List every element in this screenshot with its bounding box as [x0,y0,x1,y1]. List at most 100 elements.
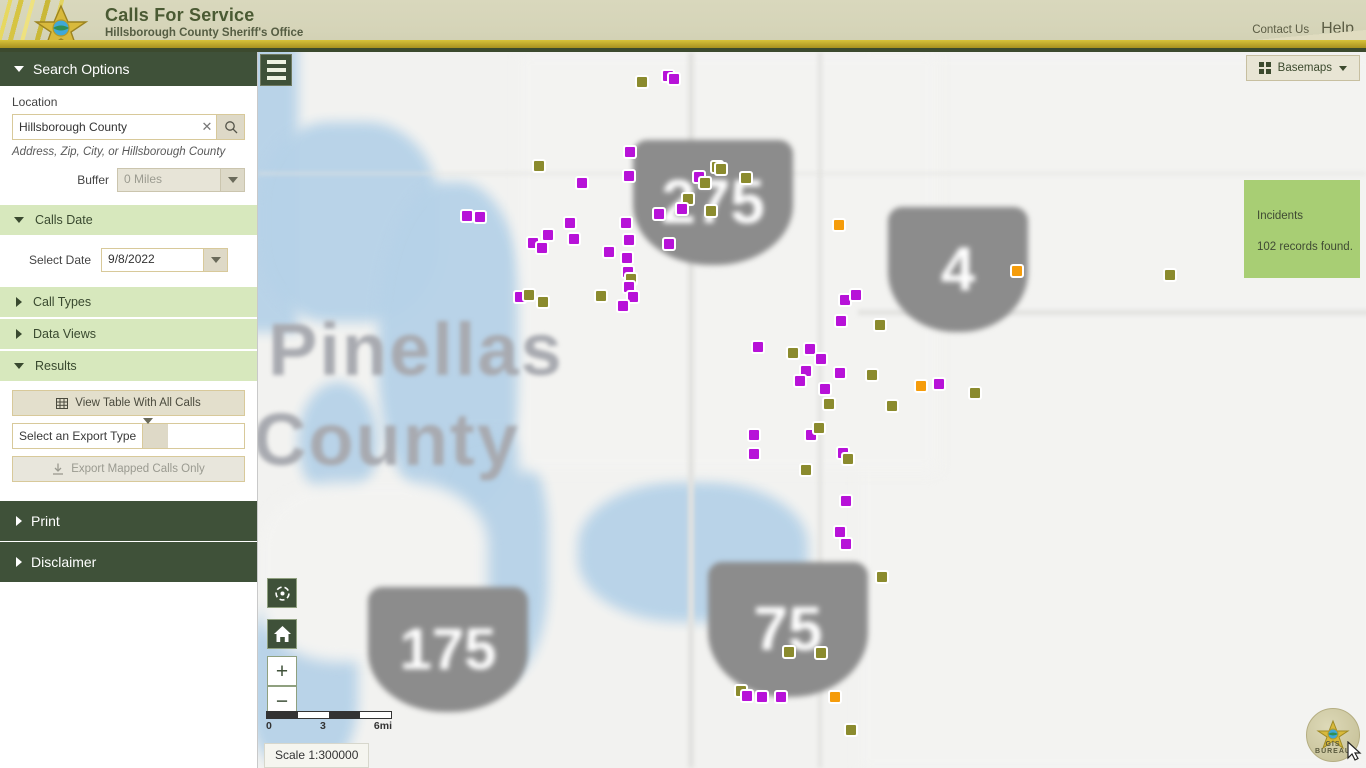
incident-marker-olive[interactable] [704,204,718,218]
incident-marker-purple[interactable] [616,299,630,313]
incident-marker-olive[interactable] [812,421,826,435]
incident-marker-purple[interactable] [623,145,637,159]
incident-marker-purple[interactable] [662,237,676,251]
incident-marker-purple[interactable] [839,537,853,551]
incident-marker-olive[interactable] [1163,268,1177,282]
incident-marker-purple[interactable] [473,210,487,224]
panel-header-call-types[interactable]: Call Types [0,286,257,318]
buffer-dropdown[interactable]: 0 Miles [117,168,245,192]
incident-marker-olive[interactable] [739,171,753,185]
incident-marker-purple[interactable] [755,690,769,704]
incident-marker-olive[interactable] [786,346,800,360]
incident-marker-olive[interactable] [873,318,887,332]
incident-marker-orange[interactable] [914,379,928,393]
incident-marker-purple[interactable] [818,382,832,396]
header-gold-bar [0,40,1366,48]
chevron-down-icon[interactable] [142,418,169,448]
incident-marker-purple[interactable] [535,241,549,255]
date-picker[interactable]: 9/8/2022 [101,248,229,272]
panel-header-search-options[interactable]: Search Options [0,52,257,87]
incident-marker-olive[interactable] [536,295,550,309]
panel-header-calls-date[interactable]: Calls Date [0,204,257,236]
incident-marker-purple[interactable] [814,352,828,366]
home-icon [273,626,291,642]
incident-marker-olive[interactable] [799,463,813,477]
incident-marker-olive[interactable] [865,368,879,382]
map-canvas[interactable]: Pinellas County 275 4 175 75 Basemaps Incide… [258,52,1366,768]
incident-marker-purple[interactable] [575,176,589,190]
incident-marker-purple[interactable] [541,228,555,242]
search-button[interactable] [217,114,245,140]
incident-marker-olive[interactable] [822,397,836,411]
export-type-value: Select an Export Type [19,429,137,443]
incidents-record-count: 102 records found. [1257,241,1353,253]
hamburger-menu-icon[interactable] [260,54,292,86]
home-button[interactable] [267,619,297,649]
incident-marker-purple[interactable] [834,314,848,328]
panel-header-disclaimer[interactable]: Disclaimer [0,542,257,583]
location-label: Location [12,95,58,109]
incident-marker-olive[interactable] [532,159,546,173]
panel-header-results[interactable]: Results [0,350,257,382]
incident-marker-purple[interactable] [740,689,754,703]
incident-marker-orange[interactable] [1010,264,1024,278]
incident-marker-olive[interactable] [968,386,982,400]
page-title: Calls For Service [105,5,255,25]
app-header: Calls For Service Hillsborough County Sh… [0,0,1366,52]
incident-marker-purple[interactable] [620,251,634,265]
incident-marker-purple[interactable] [675,202,689,216]
incident-marker-olive[interactable] [844,723,858,737]
incident-marker-olive[interactable] [782,645,796,659]
incident-marker-purple[interactable] [622,233,636,247]
incident-marker-olive[interactable] [522,288,536,302]
incident-marker-purple[interactable] [652,207,666,221]
incident-marker-purple[interactable] [932,377,946,391]
close-x-icon[interactable]: ✕ [198,119,216,135]
incident-marker-purple[interactable] [460,209,474,223]
search-icon [224,121,237,134]
incident-marker-olive[interactable] [714,162,728,176]
incident-marker-purple[interactable] [774,690,788,704]
panel-header-print[interactable]: Print [0,501,257,542]
incident-marker-purple[interactable] [833,366,847,380]
incident-marker-olive[interactable] [875,570,889,584]
incident-marker-purple[interactable] [849,288,863,302]
panel-label-results: Results [35,359,77,373]
panel-label-data-views: Data Views [33,327,96,341]
view-table-button[interactable]: View Table With All Calls [12,390,245,416]
incident-marker-purple[interactable] [839,494,853,508]
incident-marker-olive[interactable] [841,452,855,466]
incident-marker-orange[interactable] [828,690,842,704]
incident-marker-olive[interactable] [594,289,608,303]
incident-marker-purple[interactable] [563,216,577,230]
export-mapped-calls-button[interactable]: Export Mapped Calls Only [12,456,245,482]
select-date-value: 9/8/2022 [108,252,155,266]
chevron-down-icon[interactable] [203,249,228,271]
chevron-down-icon[interactable] [220,169,244,191]
basemaps-button[interactable]: Basemaps [1245,55,1360,81]
zoom-in-button[interactable]: + [267,656,297,686]
panel-body-search-options: Location ✕ Address, Zip, City, or Hillsb… [0,87,257,204]
incident-marker-purple[interactable] [619,216,633,230]
search-input[interactable] [13,120,198,134]
incident-marker-purple[interactable] [602,245,616,259]
mouse-cursor-icon [1346,740,1362,766]
select-date-row: Select Date 9/8/2022 [12,244,245,274]
incident-marker-purple[interactable] [747,428,761,442]
export-type-dropdown[interactable]: Select an Export Type [12,418,245,449]
locate-button[interactable] [267,578,297,608]
highway-shield: 75 [708,562,868,697]
chevron-down-icon [14,363,24,369]
incident-marker-purple[interactable] [747,447,761,461]
incident-marker-olive[interactable] [885,399,899,413]
incident-marker-olive[interactable] [814,646,828,660]
incident-marker-purple[interactable] [667,72,681,86]
incident-marker-olive[interactable] [635,75,649,89]
panel-header-data-views[interactable]: Data Views [0,318,257,350]
incident-marker-purple[interactable] [751,340,765,354]
incident-marker-olive[interactable] [698,176,712,190]
incident-marker-purple[interactable] [622,169,636,183]
incident-marker-orange[interactable] [832,218,846,232]
incident-marker-purple[interactable] [567,232,581,246]
incident-marker-purple[interactable] [793,374,807,388]
